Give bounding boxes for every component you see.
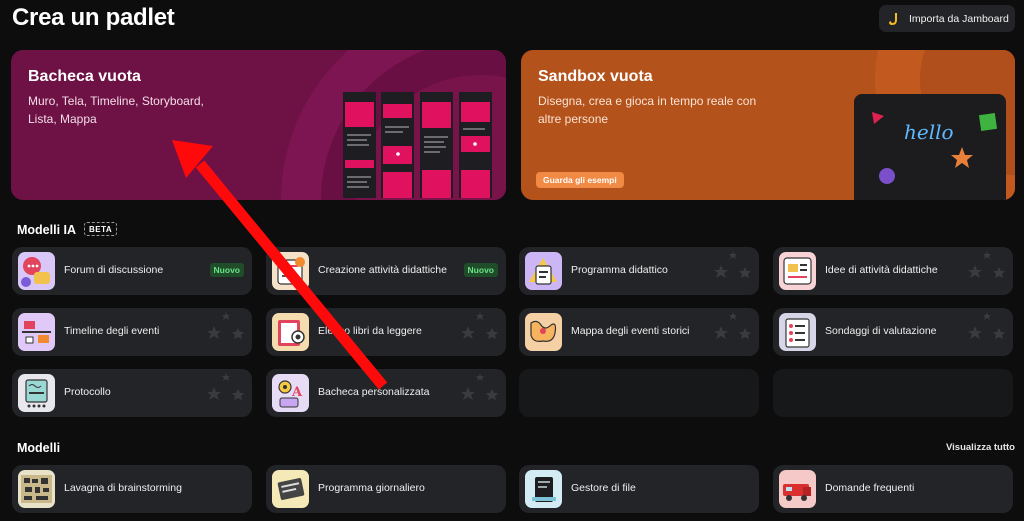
- ai-card-timeline[interactable]: Timeline degli eventi: [12, 308, 252, 356]
- template-card-faq[interactable]: Domande frequenti: [773, 465, 1013, 513]
- decorative-stars: [714, 251, 751, 278]
- template-card-file-manager[interactable]: Gestore di file: [519, 465, 759, 513]
- survey-icon: [779, 313, 816, 351]
- sandbox-description: Disegna, crea e gioca in tempo reale con…: [538, 94, 757, 126]
- template-card-brainstorm[interactable]: Lavagna di brainstorming: [12, 465, 252, 513]
- ai-card-label: Protocollo: [64, 386, 111, 398]
- blank-board-title: Bacheca vuota: [28, 68, 141, 85]
- ai-card-activity-ideas[interactable]: Idee di attività didattiche: [773, 247, 1013, 295]
- decorative-stars: [968, 312, 1005, 339]
- sandbox-illustration: hello: [854, 94, 1006, 200]
- empty-card-placeholder: [773, 369, 1013, 417]
- decorative-stars: [207, 312, 244, 339]
- template-card-daily-schedule[interactable]: Programma giornaliero: [266, 465, 506, 513]
- protocol-icon: [18, 374, 55, 412]
- blank-board-description: Muro, Tela, Timeline, Storyboard, Lista,…: [28, 94, 204, 126]
- jamboard-icon: [887, 12, 901, 26]
- new-badge: Nuovo: [209, 263, 244, 277]
- ai-card-custom-board[interactable]: A Bacheca personalizzata: [266, 369, 506, 417]
- ai-models-title: Modelli IA: [17, 223, 77, 237]
- daily-schedule-icon: [272, 470, 309, 508]
- ai-card-discussion-forum[interactable]: Forum di discussione Nuovo: [12, 247, 252, 295]
- decorative-stars: [461, 373, 498, 400]
- ai-card-label: Mappa degli eventi storici: [571, 325, 690, 337]
- ai-card-label: Creazione attività didattiche: [318, 264, 447, 276]
- see-examples-button[interactable]: Guarda gli esempi: [536, 172, 624, 188]
- ai-card-syllabus[interactable]: Programma didattico: [519, 247, 759, 295]
- decorative-stars: [207, 373, 244, 400]
- activity-creation-icon: [272, 252, 309, 290]
- decorative-stars: [968, 251, 1005, 278]
- import-jamboard-button[interactable]: Importa da Jamboard: [879, 5, 1015, 32]
- ai-card-label: Programma didattico: [571, 264, 668, 276]
- template-card-label: Lavagna di brainstorming: [64, 482, 182, 494]
- ai-card-label: Elenco libri da leggere: [318, 325, 422, 337]
- activity-ideas-icon: [779, 252, 816, 290]
- view-all-link[interactable]: Visualizza tutto: [946, 442, 1015, 453]
- empty-card-placeholder: [519, 369, 759, 417]
- ai-card-activity-creation[interactable]: Creazione attività didattiche Nuovo: [266, 247, 506, 295]
- faq-icon: [779, 470, 816, 508]
- ai-card-label: Sondaggi di valutazione: [825, 325, 937, 337]
- decorative-stars: [714, 312, 751, 339]
- file-manager-icon: [525, 470, 562, 508]
- ai-card-label: Idee di attività didattiche: [825, 264, 938, 276]
- brainstorm-icon: [18, 470, 55, 508]
- beta-badge: BETA: [84, 222, 118, 236]
- template-card-label: Gestore di file: [571, 482, 636, 494]
- ai-card-label: Timeline degli eventi: [64, 325, 160, 337]
- template-card-label: Domande frequenti: [825, 482, 915, 494]
- ai-card-label: Forum di discussione: [64, 264, 164, 276]
- discussion-icon: [18, 252, 55, 290]
- page-title: Crea un padlet: [12, 4, 175, 31]
- sandbox-card[interactable]: Sandbox vuota Disegna, crea e gioca in t…: [521, 50, 1015, 200]
- custom-board-icon: A: [272, 374, 309, 412]
- red-triangle-icon: [872, 112, 884, 124]
- board-illustration: [343, 92, 492, 198]
- historical-map-icon: [525, 313, 562, 351]
- blank-board-card[interactable]: Bacheca vuota Muro, Tela, Timeline, Stor…: [11, 50, 506, 200]
- decorative-stars: [461, 312, 498, 339]
- sandbox-title: Sandbox vuota: [538, 68, 653, 85]
- sandbox-sketch-text: hello: [904, 120, 954, 144]
- timeline-icon: [18, 313, 55, 351]
- purple-circle-icon: [879, 168, 895, 184]
- template-card-label: Programma giornaliero: [318, 482, 425, 494]
- ai-card-label: Bacheca personalizzata: [318, 386, 430, 398]
- syllabus-icon: [525, 252, 562, 290]
- reading-list-icon: [272, 313, 309, 351]
- new-badge: Nuovo: [463, 263, 498, 277]
- orange-star-icon: [951, 147, 973, 168]
- templates-title: Modelli: [17, 441, 61, 455]
- ai-card-survey[interactable]: Sondaggi di valutazione: [773, 308, 1013, 356]
- ai-card-reading-list[interactable]: Elenco libri da leggere: [266, 308, 506, 356]
- import-jamboard-label: Importa da Jamboard: [909, 12, 1009, 25]
- green-square-icon: [978, 112, 998, 132]
- ai-card-historical-map[interactable]: Mappa degli eventi storici: [519, 308, 759, 356]
- ai-card-protocol[interactable]: Protocollo: [12, 369, 252, 417]
